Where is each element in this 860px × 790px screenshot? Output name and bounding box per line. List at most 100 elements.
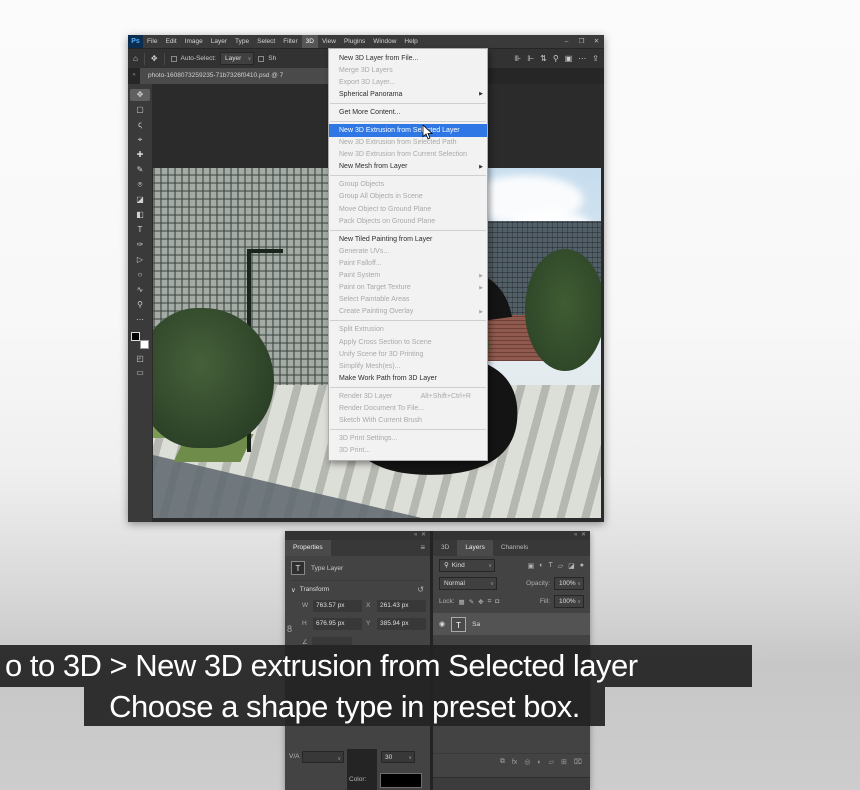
menu-bar-item[interactable]: File — [143, 35, 161, 48]
zoom-tool[interactable]: ⚲ — [130, 299, 150, 311]
menu-item[interactable]: New 3D Extrusion from Selected Layer — [329, 124, 487, 137]
menu-item[interactable]: Group All Objects in Scene — [329, 191, 487, 203]
move-tool[interactable]: ✥ — [130, 88, 150, 101]
menu-bar-item[interactable]: Edit — [161, 35, 180, 48]
menu-item[interactable]: Paint Falloff... — [329, 257, 487, 269]
object-selection-tool[interactable]: ⌖ — [130, 134, 150, 146]
menu-bar-item[interactable]: Window — [369, 35, 400, 48]
toolbar-collapse-icon[interactable]: « — [128, 68, 140, 84]
menu-item[interactable]: Pack Objects on Ground Plane — [329, 215, 487, 227]
menu-item[interactable]: 3D Print Settings... — [329, 433, 487, 445]
menu-item[interactable]: Render Document To File... — [329, 402, 487, 414]
more-tools[interactable]: ⋯ — [130, 314, 150, 326]
menu-item[interactable]: Split Extrusion — [329, 324, 487, 336]
menu-item[interactable]: Move Object to Ground Plane — [329, 203, 487, 215]
fill-field[interactable]: 100% — [554, 595, 584, 608]
lock-paint-icon[interactable]: ✎ — [469, 598, 474, 606]
menu-item[interactable]: Apply Cross Section to Scene — [329, 336, 487, 348]
menu-item[interactable]: Unify Scene for 3D Printing — [329, 348, 487, 360]
filter-pixel-icon[interactable]: ▣ — [528, 562, 535, 570]
tracking-field[interactable] — [302, 751, 344, 763]
menu-item[interactable]: Make Work Path from 3D Layer — [329, 372, 487, 384]
field-value[interactable]: 385.94 px — [377, 618, 426, 630]
menu-item[interactable]: Get More Content... — [329, 106, 487, 118]
quick-mask-icon[interactable]: ◰ — [136, 354, 144, 363]
link-layers-icon[interactable]: ⧉ — [500, 758, 505, 766]
layer-name[interactable]: Sa — [472, 621, 480, 628]
gradient-tool[interactable]: ◧ — [130, 209, 150, 221]
share-icon[interactable]: ⇪ — [592, 54, 599, 63]
layer-row[interactable]: ◉ T Sa — [433, 613, 590, 635]
opacity-field[interactable]: 100% — [554, 577, 584, 590]
lock-move-icon[interactable]: ✥ — [478, 598, 483, 606]
restore-button[interactable]: ❐ — [574, 35, 589, 48]
close-button[interactable]: ✕ — [589, 35, 604, 48]
shape-tool[interactable]: ○ — [130, 269, 150, 281]
menu-item[interactable]: New 3D Extrusion from Current Selection — [329, 149, 487, 161]
pen-tool[interactable]: ✑ — [130, 239, 150, 251]
menu-item[interactable]: New 3D Extrusion from Selected Path — [329, 137, 487, 149]
panel-header-controls[interactable]: « ✕ — [285, 531, 430, 540]
healing-brush-tool[interactable]: ✚ — [130, 149, 150, 161]
filter-adjustment-icon[interactable]: ◐ — [539, 562, 543, 569]
filter-shape-icon[interactable]: ▱ — [558, 562, 563, 570]
more-options-icon[interactable]: ⋯ — [578, 54, 586, 63]
search-icon[interactable]: ⚲ — [553, 54, 559, 63]
field-value[interactable]: 763.57 px — [313, 600, 362, 612]
filter-type-icon[interactable]: T — [548, 562, 552, 569]
field-value[interactable]: 261.43 px — [377, 600, 426, 612]
type-tool[interactable]: T — [130, 224, 150, 236]
size-field[interactable]: 30 — [381, 751, 415, 763]
menu-bar-item[interactable]: Layer — [207, 35, 231, 48]
blend-mode-dropdown[interactable]: Normal — [439, 577, 497, 590]
tab-properties[interactable]: Properties — [285, 540, 331, 556]
menu-bar-item[interactable]: Filter — [279, 35, 301, 48]
transform-section-header[interactable]: ∨ Transform ↺ — [291, 585, 424, 594]
menu-item[interactable]: Paint System ▶ — [329, 270, 487, 282]
field-value[interactable]: 676.95 px — [313, 618, 362, 630]
panel-tab[interactable]: Channels — [493, 540, 536, 556]
menu-item[interactable]: Render 3D Layer Alt+Shift+Ctrl+R — [329, 390, 487, 402]
distribute-icon[interactable]: ⊩ — [527, 54, 534, 63]
lock-transparent-icon[interactable]: ▦ — [459, 598, 465, 606]
menu-bar-item[interactable]: Plugins — [340, 35, 369, 48]
menu-item[interactable]: Generate UVs... — [329, 245, 487, 257]
menu-bar-item[interactable]: Image — [181, 35, 207, 48]
lock-artboard-icon[interactable]: ⌗ — [488, 598, 492, 606]
menu-item[interactable]: New Tiled Painting from Layer — [329, 233, 487, 245]
lock-all-icon[interactable]: ◘ — [495, 598, 499, 606]
menu-bar-item[interactable]: View — [318, 35, 340, 48]
eraser-tool[interactable]: ◪ — [130, 194, 150, 206]
smudge-tool[interactable]: ∿ — [130, 284, 150, 296]
show-transform-checkbox[interactable] — [258, 55, 265, 62]
menu-item[interactable]: Spherical Panorama ▶ — [329, 88, 487, 100]
filter-kind-dropdown[interactable]: ⚲ Kind — [439, 559, 495, 572]
panel-header-controls[interactable]: « ✕ — [433, 531, 590, 540]
home-icon[interactable]: ⌂ — [133, 54, 138, 63]
panel-menu-icon[interactable]: ≡ — [420, 540, 430, 556]
new-layer-icon[interactable]: ⊞ — [561, 758, 567, 766]
menu-item[interactable]: Select Paintable Areas — [329, 294, 487, 306]
filter-toggle-icon[interactable]: ● — [580, 562, 584, 569]
sort-icon[interactable]: ⇅ — [540, 54, 547, 63]
layer-thumbnail[interactable]: T — [451, 616, 467, 632]
menu-item[interactable]: Merge 3D Layers — [329, 64, 487, 76]
text-color-swatch[interactable] — [380, 773, 422, 788]
menu-bar-item[interactable]: Select — [253, 35, 279, 48]
link-dimensions-icon[interactable]: 8 — [287, 624, 292, 634]
menu-item[interactable]: Create Painting Overlay ▶ — [329, 306, 487, 318]
color-swatches[interactable] — [131, 332, 149, 349]
layer-group-icon[interactable]: ▱ — [549, 758, 554, 766]
menu-item[interactable]: New 3D Layer from File... — [329, 52, 487, 64]
layer-visibility-icon[interactable]: ◉ — [439, 620, 445, 628]
path-select-tool[interactable]: ▷ — [130, 254, 150, 266]
panel-tab[interactable]: Layers — [457, 540, 493, 556]
menu-item[interactable]: Simplify Mesh(es)... — [329, 360, 487, 372]
menu-item[interactable]: New Mesh from Layer ▶ — [329, 161, 487, 173]
document-tab[interactable]: photo-1608073259235-71b7326f0410.psd @ 7 — [140, 68, 344, 84]
screen-mode-icon[interactable]: ▭ — [136, 368, 144, 377]
auto-select-checkbox[interactable] — [170, 55, 177, 62]
auto-select-dropdown[interactable]: Layer — [219, 52, 255, 65]
reset-transform-icon[interactable]: ↺ — [417, 585, 424, 594]
layer-effects-icon[interactable]: fx — [512, 759, 517, 766]
